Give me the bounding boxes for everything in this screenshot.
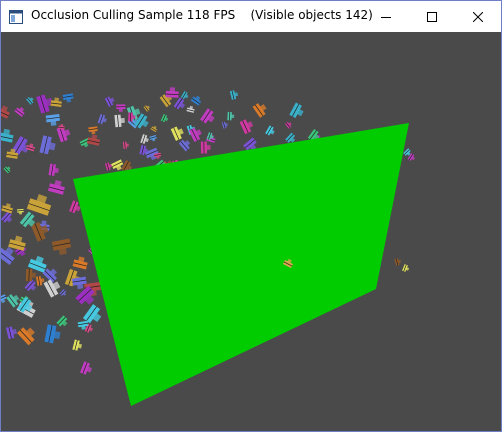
app-window-icon [9, 9, 23, 24]
title-bar[interactable]: Occlusion Culling Sample 118 FPS (Visibl… [1, 1, 501, 32]
render-viewport[interactable] [1, 32, 501, 431]
minimize-icon [381, 7, 391, 26]
close-icon [472, 7, 484, 26]
scene-canvas [1, 32, 501, 431]
app-window: Occlusion Culling Sample 118 FPS (Visibl… [0, 0, 502, 432]
maximize-icon [427, 7, 437, 26]
minimize-button[interactable] [363, 1, 409, 32]
window-title: Occlusion Culling Sample 118 FPS (Visibl… [31, 8, 373, 22]
close-button[interactable] [455, 1, 501, 32]
maximize-button[interactable] [409, 1, 455, 32]
